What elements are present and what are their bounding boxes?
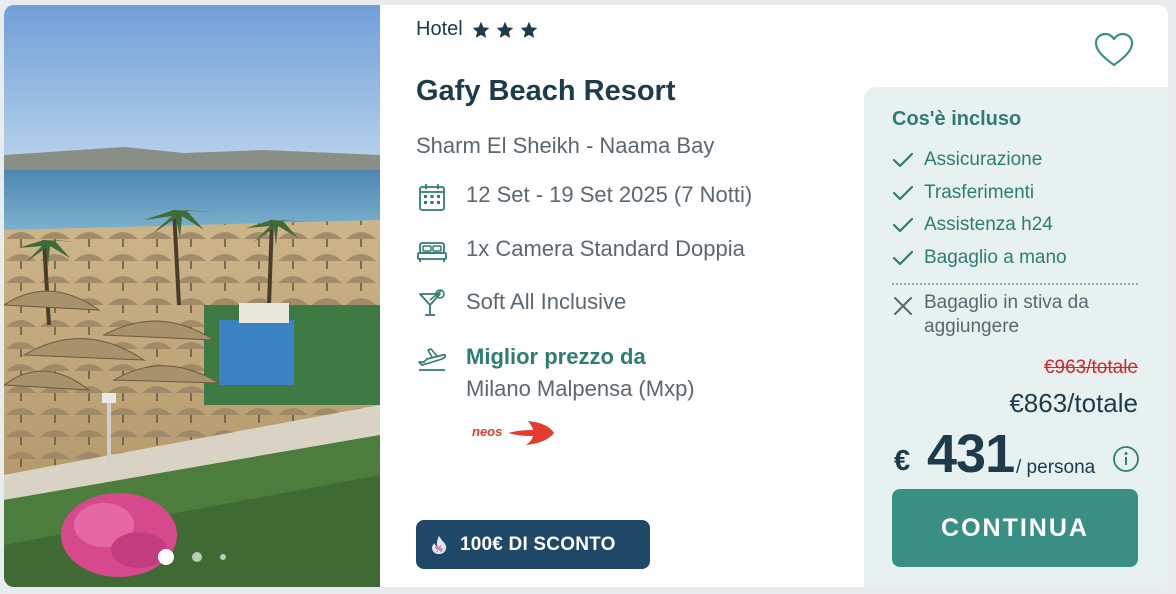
hotel-photo[interactable] <box>4 5 380 587</box>
hotel-location: Sharm El Sheikh - Naama Bay <box>416 133 715 158</box>
board-row: Soft All Inclusive <box>416 288 626 320</box>
dates-row: 12 Set - 19 Set 2025 (7 Notti) <box>416 181 752 213</box>
airline-logo: neos <box>472 421 554 445</box>
excluded-item-label: Bagaglio in stiva da aggiungere <box>924 292 1089 337</box>
flight-title: Miglior prezzo da <box>466 344 646 369</box>
included-item-label: Assistenza h24 <box>924 214 1053 236</box>
check-icon <box>892 153 914 168</box>
currency-symbol: € <box>894 445 911 477</box>
carousel-dot-1[interactable] <box>158 549 174 565</box>
discount-flame-icon: % <box>431 535 447 554</box>
flight-origin: Milano Malpensa (Mxp) <box>466 376 695 401</box>
plane-takeoff-icon <box>418 348 447 371</box>
included-item-label: Assicurazione <box>924 149 1043 171</box>
info-icon[interactable] <box>1112 445 1140 473</box>
flight-row: Miglior prezzo da Milano Malpensa (Mxp) <box>416 343 695 403</box>
check-icon <box>892 250 914 265</box>
bed-icon <box>417 242 447 262</box>
check-icon <box>892 218 914 233</box>
check-icon <box>892 185 914 200</box>
close-icon <box>894 297 912 315</box>
included-title: Cos'è incluso <box>892 108 1022 130</box>
total-price: €863/totale <box>1009 388 1138 418</box>
hotel-category: Hotel <box>416 18 539 41</box>
hotel-type-label: Hotel <box>416 18 463 40</box>
star-icon <box>472 21 490 38</box>
calendar-icon <box>419 184 445 211</box>
continue-button[interactable]: CONTINUA <box>892 489 1138 567</box>
carousel-dots <box>4 549 380 565</box>
hotel-card: Hotel Gafy Beach Resort Sharm El Sheikh … <box>4 5 1168 587</box>
board-type: Soft All Inclusive <box>466 289 627 314</box>
carousel-dot-3[interactable] <box>220 554 226 560</box>
included-item: Trasferimenti <box>892 177 1067 210</box>
cocktail-icon <box>419 289 445 316</box>
included-item-label: Bagaglio a mano <box>924 246 1067 268</box>
excluded-item: Bagaglio in stiva da aggiungere <box>892 291 1124 339</box>
per-person-unit: / persona <box>1016 457 1096 478</box>
per-person-price: € 431 / persona <box>894 423 1144 484</box>
included-item: Assistenza h24 <box>892 209 1067 242</box>
per-person-value: 431 <box>927 424 1015 484</box>
star-icon <box>496 21 514 38</box>
heart-icon[interactable] <box>1094 32 1134 68</box>
price-panel: Cos'è incluso Assicurazione Trasferiment… <box>864 87 1168 587</box>
carousel-dot-2[interactable] <box>192 552 202 562</box>
hotel-name[interactable]: Gafy Beach Resort <box>416 75 676 108</box>
discount-badge: % 100€ DI SCONTO <box>416 520 650 569</box>
hotel-info: Hotel Gafy Beach Resort Sharm El Sheikh … <box>380 5 864 587</box>
included-item: Assicurazione <box>892 144 1067 177</box>
svg-text:%: % <box>435 544 443 553</box>
beach-resort-image <box>4 5 380 587</box>
included-item-label: Trasferimenti <box>924 181 1035 203</box>
star-rating <box>471 20 539 40</box>
included-item: Bagaglio a mano <box>892 242 1067 275</box>
airline-logo-text: neos <box>472 424 502 439</box>
room-row: 1x Camera Standard Doppia <box>416 235 745 267</box>
included-list: Assicurazione Trasferimenti Assistenza h… <box>892 144 1067 274</box>
old-total-price: €963/totale <box>1043 357 1138 378</box>
discount-label: 100€ DI SCONTO <box>460 533 616 555</box>
room-type: 1x Camera Standard Doppia <box>466 236 745 261</box>
travel-dates: 12 Set - 19 Set 2025 (7 Notti) <box>466 182 753 207</box>
included-separator <box>892 283 1138 285</box>
star-icon <box>520 21 538 38</box>
